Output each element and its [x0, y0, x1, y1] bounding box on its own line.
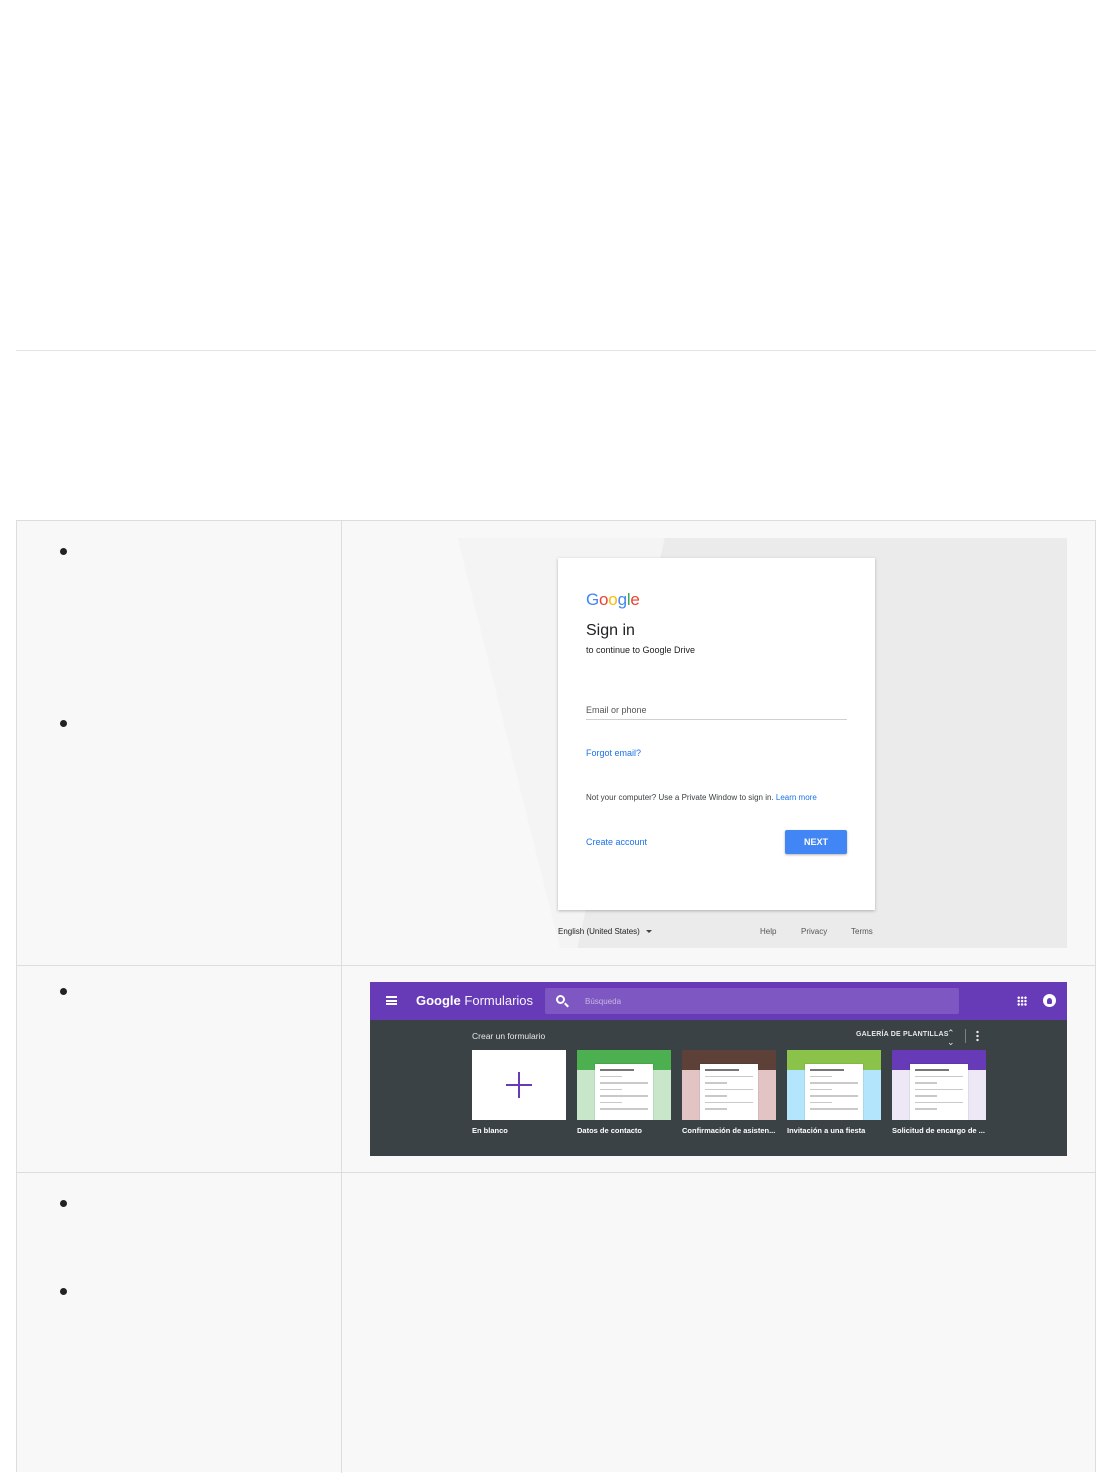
template-card[interactable]: Solicitud de encargo de ... [892, 1050, 986, 1135]
divider [965, 1029, 966, 1043]
forms-header: Google Formularios [370, 982, 1067, 1020]
template-thumbnail [577, 1050, 671, 1120]
brand-google: Google [416, 993, 461, 1008]
template-thumbnail [787, 1050, 881, 1120]
template-card[interactable]: Confirmación de asisten... [682, 1050, 776, 1135]
signin-card: Google Sign in to continue to Google Dri… [558, 558, 875, 910]
forms-brand: Google Formularios [416, 993, 533, 1008]
list-bullet [60, 548, 67, 555]
logo-letter: e [630, 590, 640, 609]
private-window-notice: Not your computer? Use a Private Window … [586, 793, 817, 802]
search-bar [545, 988, 959, 1014]
logo-letter: o [608, 590, 618, 609]
language-selector[interactable]: English (United States) [558, 927, 652, 936]
list-bullet [60, 988, 67, 995]
account-icon[interactable] [1043, 994, 1056, 1007]
forms-screenshot: Google Formularios Crear un formulario G… [370, 982, 1067, 1156]
brand-product: Formularios [464, 993, 534, 1008]
next-button[interactable]: NEXT [785, 830, 847, 854]
terms-link[interactable]: Terms [851, 927, 873, 936]
privacy-link[interactable]: Privacy [801, 927, 827, 936]
background-shape [370, 538, 568, 948]
create-account-link[interactable]: Create account [586, 837, 647, 847]
form-preview [910, 1064, 968, 1120]
content-table: Google Sign in to continue to Google Dri… [16, 520, 1096, 1473]
help-link[interactable]: Help [760, 927, 776, 936]
language-label: English (United States) [558, 927, 640, 936]
signin-title: Sign in [586, 622, 635, 639]
notice-text: Not your computer? Use a Private Window … [586, 793, 774, 802]
form-preview [595, 1064, 653, 1120]
email-field[interactable] [586, 701, 847, 720]
section-divider [16, 350, 1096, 351]
list-bullet [60, 720, 67, 727]
template-name: Datos de contacto [577, 1126, 643, 1135]
template-name: Solicitud de encargo de ... [892, 1126, 985, 1135]
table-row [17, 1173, 1095, 1473]
template-card[interactable]: Invitación a una fiesta [787, 1050, 881, 1135]
dropdown-caret-icon [645, 930, 652, 934]
forgot-email-link[interactable]: Forgot email? [586, 748, 641, 758]
template-thumbnail [682, 1050, 776, 1120]
template-name: Confirmación de asisten... [682, 1126, 776, 1135]
logo-letter: G [586, 590, 600, 609]
signin-subtitle: to continue to Google Drive [586, 645, 696, 655]
learn-more-link[interactable]: Learn more [776, 793, 817, 802]
search-input[interactable] [585, 994, 945, 1008]
apps-icon[interactable] [1017, 996, 1027, 1006]
template-name: En blanco [472, 1126, 508, 1135]
list-bullet [60, 1288, 67, 1295]
expand-icon[interactable]: ⌃ ⌄ [947, 1029, 955, 1047]
template-gallery-button[interactable]: GALERÍA DE PLANTILLAS [856, 1031, 949, 1038]
menu-icon[interactable] [386, 996, 397, 1005]
logo-letter: o [599, 590, 609, 609]
table-row: Google Formularios Crear un formulario G… [17, 966, 1095, 1173]
form-preview [700, 1064, 758, 1120]
template-card[interactable]: En blanco [472, 1050, 566, 1135]
template-thumbnail [892, 1050, 986, 1120]
search-icon [556, 995, 565, 1004]
table-row: Google Sign in to continue to Google Dri… [17, 521, 1095, 966]
more-vert-icon[interactable] [976, 1030, 979, 1042]
logo-letter: g [617, 590, 627, 609]
template-name: Invitación a una fiesta [787, 1126, 866, 1135]
template-thumbnail [472, 1050, 566, 1120]
google-logo: Google [586, 590, 640, 610]
plus-icon [506, 1072, 532, 1098]
signin-screenshot: Google Sign in to continue to Google Dri… [370, 538, 1067, 948]
list-bullet [60, 1200, 67, 1207]
create-form-label: Crear un formulario [472, 1031, 546, 1041]
form-preview [805, 1064, 863, 1120]
template-card[interactable]: Datos de contacto [577, 1050, 671, 1135]
